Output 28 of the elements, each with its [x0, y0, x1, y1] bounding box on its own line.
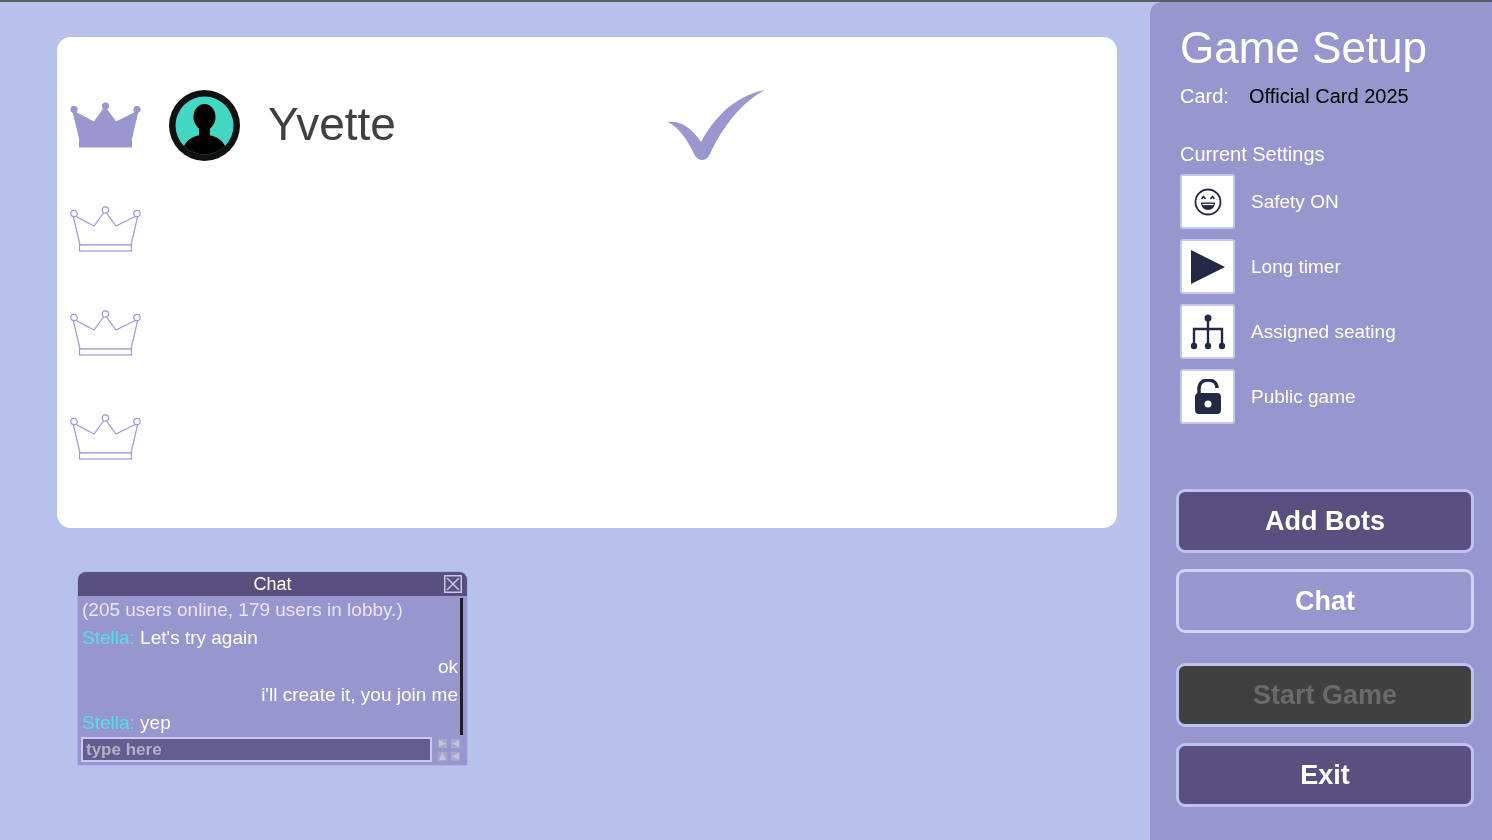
setting-label: Safety ON — [1251, 190, 1339, 213]
setting-label: Public game — [1251, 385, 1356, 408]
action-button[interactable]: Exit — [1176, 743, 1474, 807]
card-label: Card: — [1180, 84, 1229, 108]
hierarchy-icon — [1180, 304, 1235, 359]
scrollbar[interactable] — [460, 598, 463, 735]
settings-heading: Current Settings — [1180, 142, 1325, 166]
card-value: Official Card 2025 — [1248, 84, 1409, 108]
system-message: (205 users online, 179 users in lobby.) — [82, 599, 403, 620]
chat-input-field[interactable]: type here — [81, 737, 432, 762]
sender-name: Stella: — [82, 712, 135, 734]
play-icon — [1180, 239, 1235, 294]
resize-icon[interactable] — [437, 737, 461, 762]
setting-label: Assigned seating — [1251, 320, 1396, 343]
player-name: Yvette — [268, 97, 396, 153]
panel-title: Game Setup — [1180, 22, 1428, 74]
chat-title: Chat — [253, 573, 292, 596]
message-text: yep — [140, 712, 171, 734]
avatar-icon — [169, 89, 240, 161]
smiley-icon — [1180, 174, 1235, 229]
setting-label: Long timer — [1251, 255, 1341, 278]
unlocked-padlock-icon — [1180, 369, 1235, 424]
message-text: ok — [437, 655, 458, 677]
close-icon[interactable] — [444, 575, 462, 593]
message-text: Let's try again — [140, 627, 258, 649]
sender-name: Stella: — [82, 627, 135, 649]
action-button[interactable]: Add Bots — [1176, 489, 1474, 553]
message-text: i'll create it, you join me — [261, 683, 458, 705]
